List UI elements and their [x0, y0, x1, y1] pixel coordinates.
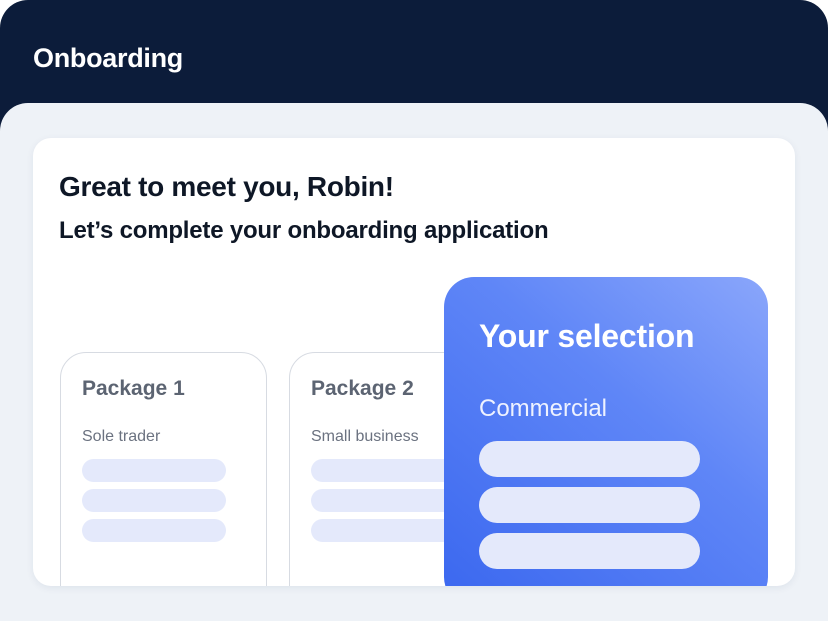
package-card-1[interactable]: Package 1 Sole trader [60, 352, 267, 586]
page-title: Onboarding [33, 43, 183, 73]
placeholder-line [311, 489, 455, 512]
app-window: Onboarding Great to meet you, Robin! Let… [0, 0, 828, 621]
placeholder-line [311, 519, 455, 542]
selection-card[interactable]: Your selection Commercial [444, 277, 768, 586]
greeting-heading: Great to meet you, Robin! [59, 171, 394, 202]
selection-title: Your selection [479, 318, 695, 354]
package-subtitle: Sole trader [82, 428, 161, 445]
placeholder-line [311, 459, 455, 482]
onboarding-subheading: Let’s complete your onboarding applicati… [59, 217, 549, 244]
placeholder-line [479, 487, 700, 523]
placeholder-line [82, 519, 226, 542]
onboarding-card: Great to meet you, Robin! Let’s complete… [33, 138, 795, 586]
package-title: Package 1 [82, 377, 185, 400]
placeholder-line [479, 533, 700, 569]
placeholder-line [82, 459, 226, 482]
selection-value: Commercial [479, 395, 608, 422]
placeholder-line [82, 489, 226, 512]
placeholder-line [479, 441, 700, 477]
package-title: Package 2 [311, 377, 414, 400]
package-subtitle: Small business [311, 428, 419, 445]
